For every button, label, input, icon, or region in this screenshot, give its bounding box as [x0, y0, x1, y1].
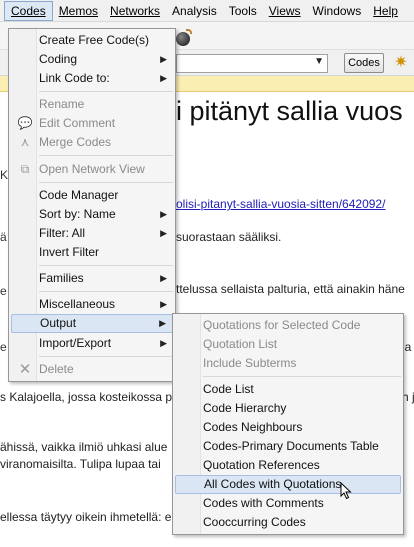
menu-item-rename[interactable]: Rename: [11, 95, 173, 114]
menu-windows[interactable]: Windows: [307, 1, 368, 21]
menu-memos[interactable]: Memos: [53, 1, 104, 21]
menu-item-merge-codes[interactable]: ⋏ Merge Codes: [11, 133, 173, 152]
submenu-arrow-icon: ▶: [160, 228, 167, 238]
menu-separator: [39, 356, 173, 357]
doc-fragment: e: [0, 284, 7, 298]
network-icon: ⧉: [20, 162, 30, 176]
bomb-icon[interactable]: [176, 32, 190, 46]
menu-item-miscellaneous[interactable]: Miscellaneous ▶: [11, 295, 173, 314]
menu-analysis[interactable]: Analysis: [166, 1, 223, 21]
code-selector-combo[interactable]: ▼: [176, 54, 328, 73]
menu-codes[interactable]: Codes: [4, 0, 53, 21]
submenu-arrow-icon: ▶: [160, 338, 167, 348]
submenu-arrow-icon: ▶: [159, 318, 166, 328]
menu-item-edit-comment[interactable]: 💬 Edit Comment: [11, 114, 173, 133]
menu-item-families[interactable]: Families ▶: [11, 269, 173, 288]
menu-item-filter[interactable]: Filter: All ▶: [11, 224, 173, 243]
document-line: s Kalajoella, jossa kosteikossa p: [0, 390, 173, 404]
menu-item-open-network-view[interactable]: ⧉ Open Network View: [11, 160, 173, 179]
menu-separator: [39, 182, 173, 183]
menu-separator: [39, 265, 173, 266]
doc-fragment: ä: [0, 230, 7, 244]
codes-button[interactable]: Codes: [344, 53, 384, 73]
bomb-fuse-icon: [186, 29, 192, 34]
comment-icon: 💬: [17, 116, 33, 130]
menu-tools[interactable]: Tools: [223, 1, 263, 21]
submenu-arrow-icon: ▶: [160, 299, 167, 309]
menu-item-quotations-for-selected-code[interactable]: Quotations for Selected Code: [175, 316, 401, 335]
document-line: ttelussa sellaista palturia, että ainaki…: [176, 282, 405, 296]
document-line: ähissä, vaikka ilmiö uhkasi alue: [0, 440, 168, 454]
menu-bar: Codes Memos Networks Analysis Tools View…: [0, 0, 414, 22]
menu-separator: [203, 376, 401, 377]
menu-item-delete[interactable]: ✕ Delete: [11, 360, 173, 379]
menu-item-cooccurring-codes[interactable]: Cooccurring Codes: [175, 513, 401, 532]
document-link[interactable]: olisi-pitanyt-sallia-vuosia-sitten/64209…: [176, 197, 385, 211]
menu-item-code-manager[interactable]: Code Manager: [11, 186, 173, 205]
menu-help[interactable]: Help: [367, 1, 404, 21]
document-line: ellessa täytyy oikein ihmetellä: e: [0, 510, 172, 524]
document-heading: i pitänyt sallia vuos: [176, 96, 403, 126]
menu-item-all-codes-with-quotations[interactable]: All Codes with Quotations: [175, 475, 401, 494]
menu-separator: [39, 155, 173, 156]
menu-views[interactable]: Views: [263, 1, 307, 21]
menu-separator: [39, 291, 173, 292]
menu-item-quotation-references[interactable]: Quotation References: [175, 456, 401, 475]
menu-item-quotation-list[interactable]: Quotation List: [175, 335, 401, 354]
menu-networks[interactable]: Networks: [104, 1, 166, 21]
output-submenu: Quotations for Selected Code Quotation L…: [172, 313, 404, 535]
menu-separator: [39, 91, 173, 92]
menu-item-codes-with-comments[interactable]: Codes with Comments: [175, 494, 401, 513]
submenu-arrow-icon: ▶: [160, 209, 167, 219]
menu-item-invert-filter[interactable]: Invert Filter: [11, 243, 173, 262]
document-line: suorastaan sääliksi.: [176, 230, 282, 244]
delete-icon: ✕: [18, 361, 32, 378]
menu-item-codes-neighbours[interactable]: Codes Neighbours: [175, 418, 401, 437]
star-icon[interactable]: ✷: [392, 53, 410, 73]
menu-item-sort-by[interactable]: Sort by: Name ▶: [11, 205, 173, 224]
submenu-arrow-icon: ▶: [160, 273, 167, 283]
doc-fragment: e: [0, 340, 7, 354]
chevron-down-icon: ▼: [314, 56, 324, 67]
document-line: viranomaisilta. Tulipa lupaa tai: [0, 457, 161, 471]
submenu-arrow-icon: ▶: [160, 73, 167, 83]
merge-icon: ⋏: [20, 135, 30, 149]
menu-item-code-list[interactable]: Code List: [175, 380, 401, 399]
menu-item-link-code-to[interactable]: Link Code to: ▶: [11, 69, 173, 88]
menu-item-import-export[interactable]: Import/Export ▶: [11, 334, 173, 353]
menu-item-create-free-codes[interactable]: Create Free Code(s): [11, 31, 173, 50]
doc-fragment: K: [0, 168, 9, 182]
menu-item-code-hierarchy[interactable]: Code Hierarchy: [175, 399, 401, 418]
submenu-arrow-icon: ▶: [160, 54, 167, 64]
menu-item-coding[interactable]: Coding ▶: [11, 50, 173, 69]
menu-item-output[interactable]: Output ▶: [11, 314, 173, 333]
menu-item-include-subterms[interactable]: Include Subterms: [175, 354, 401, 373]
codes-menu: Create Free Code(s) Coding ▶ Link Code to…: [8, 28, 176, 382]
menu-item-codes-primary-documents-table[interactable]: Codes-Primary Documents Table: [175, 437, 401, 456]
mouse-cursor-icon: [340, 482, 352, 500]
